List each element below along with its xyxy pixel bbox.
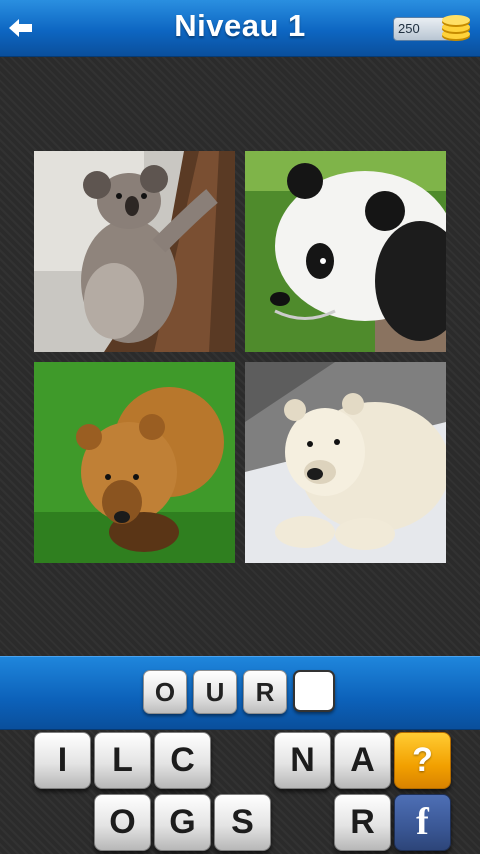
- photo-grid: [34, 151, 446, 563]
- answer-slot-empty[interactable]: [293, 670, 335, 712]
- letter-key[interactable]: R: [334, 794, 391, 851]
- answer-slot[interactable]: R: [243, 670, 287, 714]
- top-bar: Niveau 1 250: [0, 0, 480, 57]
- letter-key[interactable]: C: [154, 732, 211, 789]
- answer-slot[interactable]: U: [193, 670, 237, 714]
- photo-polar-bear[interactable]: [245, 362, 446, 563]
- letter-keyboard: I L C N A ? O G S R f: [0, 729, 480, 854]
- letter-key[interactable]: L: [94, 732, 151, 789]
- letter-key[interactable]: G: [154, 794, 211, 851]
- facebook-share-button[interactable]: f: [394, 794, 451, 851]
- letter-key[interactable]: S: [214, 794, 271, 851]
- photo-koala[interactable]: [34, 151, 235, 352]
- hint-button[interactable]: ?: [394, 732, 451, 789]
- answer-slot[interactable]: O: [143, 670, 187, 714]
- letter-key[interactable]: A: [334, 732, 391, 789]
- letter-key[interactable]: N: [274, 732, 331, 789]
- answer-bar: O U R: [0, 656, 480, 730]
- gold-coins-icon: [439, 14, 473, 42]
- photo-brown-bear[interactable]: [34, 362, 235, 563]
- coin-count: 250: [398, 21, 420, 36]
- letter-key[interactable]: I: [34, 732, 91, 789]
- photo-panda[interactable]: [245, 151, 446, 352]
- letter-key[interactable]: O: [94, 794, 151, 851]
